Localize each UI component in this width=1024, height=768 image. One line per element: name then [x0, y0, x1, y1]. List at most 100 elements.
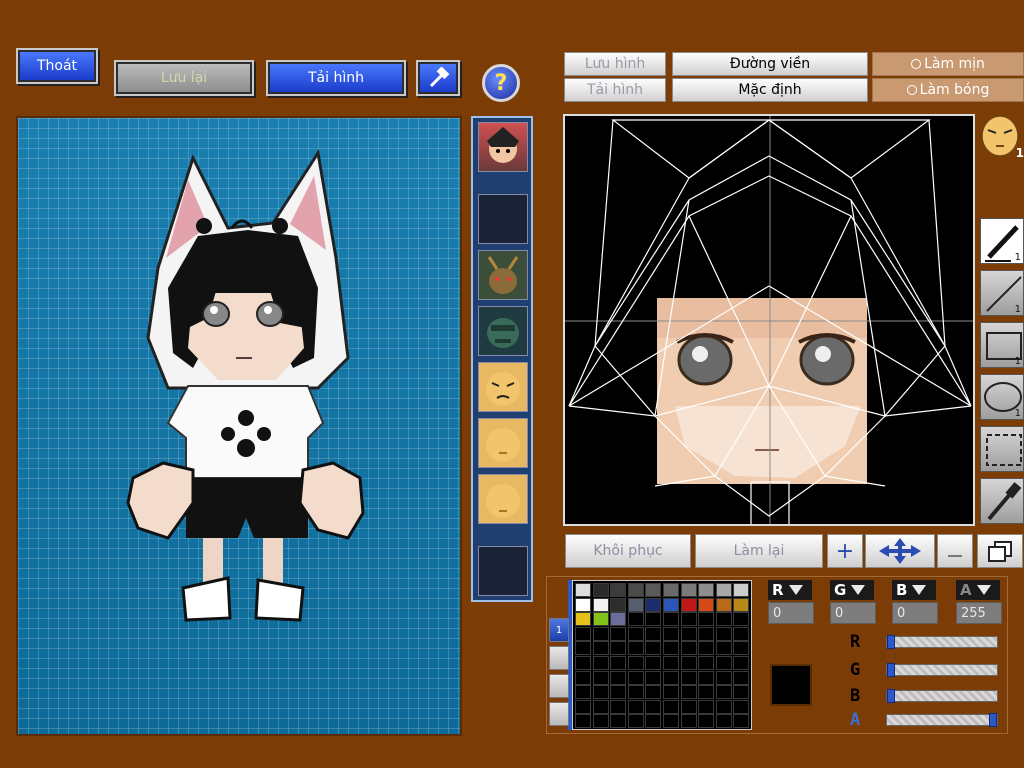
palette-swatch[interactable]	[592, 656, 609, 670]
palette-swatch[interactable]	[680, 612, 697, 627]
palette-swatch[interactable]	[575, 714, 591, 729]
palette-swatch[interactable]	[680, 626, 697, 641]
thumb-deer-mask[interactable]	[478, 250, 528, 300]
red-slider[interactable]	[886, 635, 998, 649]
palette-swatch[interactable]	[715, 714, 732, 729]
palette-swatch[interactable]	[610, 670, 627, 685]
palette-swatch[interactable]	[733, 670, 750, 685]
blue-channel-dropdown[interactable]: B	[892, 580, 936, 600]
smooth-radio[interactable]: Làm mịn	[872, 52, 1024, 76]
alpha-slider-handle[interactable]	[989, 713, 997, 727]
palette-swatch[interactable]	[698, 597, 715, 612]
palette-swatch[interactable]	[680, 699, 697, 714]
palette-swatch[interactable]	[627, 626, 644, 641]
palette-swatch[interactable]	[627, 685, 644, 700]
hammer-button[interactable]	[416, 60, 460, 96]
palette-swatch[interactable]	[627, 699, 644, 714]
color-palette-grid[interactable]	[572, 580, 752, 730]
blue-slider[interactable]	[886, 689, 998, 703]
palette-swatch[interactable]	[645, 656, 662, 670]
palette-swatch[interactable]	[627, 583, 644, 597]
palette-swatch[interactable]	[592, 612, 609, 627]
palette-swatch[interactable]	[575, 670, 591, 685]
alpha-slider[interactable]	[886, 713, 998, 727]
palette-swatch[interactable]	[698, 656, 715, 670]
palette-swatch[interactable]	[663, 714, 679, 729]
line-tool-button[interactable]: 1	[980, 270, 1024, 316]
thumb-smile-face[interactable]	[478, 474, 528, 524]
alpha-value-field[interactable]: 255	[956, 602, 1002, 624]
pen-tool-button[interactable]: 1	[980, 218, 1024, 264]
rectangle-tool-button[interactable]: 1	[980, 322, 1024, 368]
palette-swatch[interactable]	[680, 583, 697, 597]
palette-swatch[interactable]	[627, 597, 644, 612]
palette-swatch[interactable]	[715, 699, 732, 714]
layer-button[interactable]	[977, 534, 1023, 568]
palette-swatch[interactable]	[698, 685, 715, 700]
face-badge[interactable]: 1	[978, 112, 1024, 160]
palette-swatch[interactable]	[680, 714, 697, 729]
palette-swatch[interactable]	[610, 714, 627, 729]
palette-swatch[interactable]	[645, 626, 662, 641]
save-button[interactable]: Lưu lại	[114, 60, 254, 96]
palette-swatch[interactable]	[663, 699, 679, 714]
thumb-green-mask[interactable]	[478, 306, 528, 356]
palette-swatch[interactable]	[715, 597, 732, 612]
palette-swatch[interactable]	[610, 685, 627, 700]
palette-swatch[interactable]	[733, 597, 750, 612]
palette-swatch[interactable]	[698, 699, 715, 714]
red-value-field[interactable]: 0	[768, 602, 814, 624]
palette-swatch[interactable]	[645, 597, 662, 612]
palette-swatch[interactable]	[575, 699, 591, 714]
palette-swatch[interactable]	[575, 583, 591, 597]
palette-swatch[interactable]	[610, 699, 627, 714]
palette-swatch[interactable]	[610, 612, 627, 627]
palette-swatch[interactable]	[592, 670, 609, 685]
ellipse-tool-button[interactable]: 1	[980, 374, 1024, 420]
palette-swatch[interactable]	[575, 612, 591, 627]
restore-button[interactable]: Khôi phục	[565, 534, 691, 568]
palette-swatch[interactable]	[733, 612, 750, 627]
palette-swatch[interactable]	[715, 626, 732, 641]
exit-button[interactable]: Thoát	[16, 48, 98, 84]
eyedropper-tool-button[interactable]	[980, 478, 1024, 524]
zoom-out-button[interactable]	[937, 534, 973, 568]
palette-swatch[interactable]	[627, 656, 644, 670]
palette-swatch[interactable]	[610, 656, 627, 670]
blue-value-field[interactable]: 0	[892, 602, 938, 624]
palette-swatch[interactable]	[663, 641, 679, 656]
zoom-in-button[interactable]: +	[827, 534, 863, 568]
palette-swatch[interactable]	[592, 597, 609, 612]
palette-swatch[interactable]	[610, 626, 627, 641]
palette-swatch[interactable]	[715, 685, 732, 700]
palette-swatch[interactable]	[627, 670, 644, 685]
palette-swatch[interactable]	[733, 583, 750, 597]
palette-swatch[interactable]	[698, 641, 715, 656]
palette-swatch[interactable]	[663, 670, 679, 685]
palette-tab-4[interactable]	[549, 702, 569, 726]
palette-swatch[interactable]	[715, 670, 732, 685]
palette-swatch[interactable]	[680, 685, 697, 700]
palette-swatch[interactable]	[663, 597, 679, 612]
palette-swatch[interactable]	[663, 656, 679, 670]
thumb-empty-1[interactable]	[478, 194, 528, 244]
palette-swatch[interactable]	[592, 583, 609, 597]
alpha-channel-dropdown[interactable]: A	[956, 580, 1000, 600]
palette-tab-3[interactable]	[549, 674, 569, 698]
palette-swatch[interactable]	[698, 670, 715, 685]
palette-swatch[interactable]	[680, 597, 697, 612]
palette-swatch[interactable]	[627, 641, 644, 656]
outline-button[interactable]: Đường viền	[672, 52, 868, 76]
thumb-ninja-face[interactable]	[478, 122, 528, 172]
palette-swatch[interactable]	[645, 685, 662, 700]
palette-swatch[interactable]	[627, 612, 644, 627]
palette-tab-1[interactable]: 1	[549, 618, 569, 642]
palette-swatch[interactable]	[575, 641, 591, 656]
blue-slider-handle[interactable]	[887, 689, 895, 703]
palette-swatch[interactable]	[592, 714, 609, 729]
thumb-plain-face[interactable]	[478, 418, 528, 468]
green-slider[interactable]	[886, 663, 998, 677]
thumb-frown-face[interactable]	[478, 362, 528, 412]
palette-swatch[interactable]	[698, 626, 715, 641]
palette-swatch[interactable]	[592, 685, 609, 700]
